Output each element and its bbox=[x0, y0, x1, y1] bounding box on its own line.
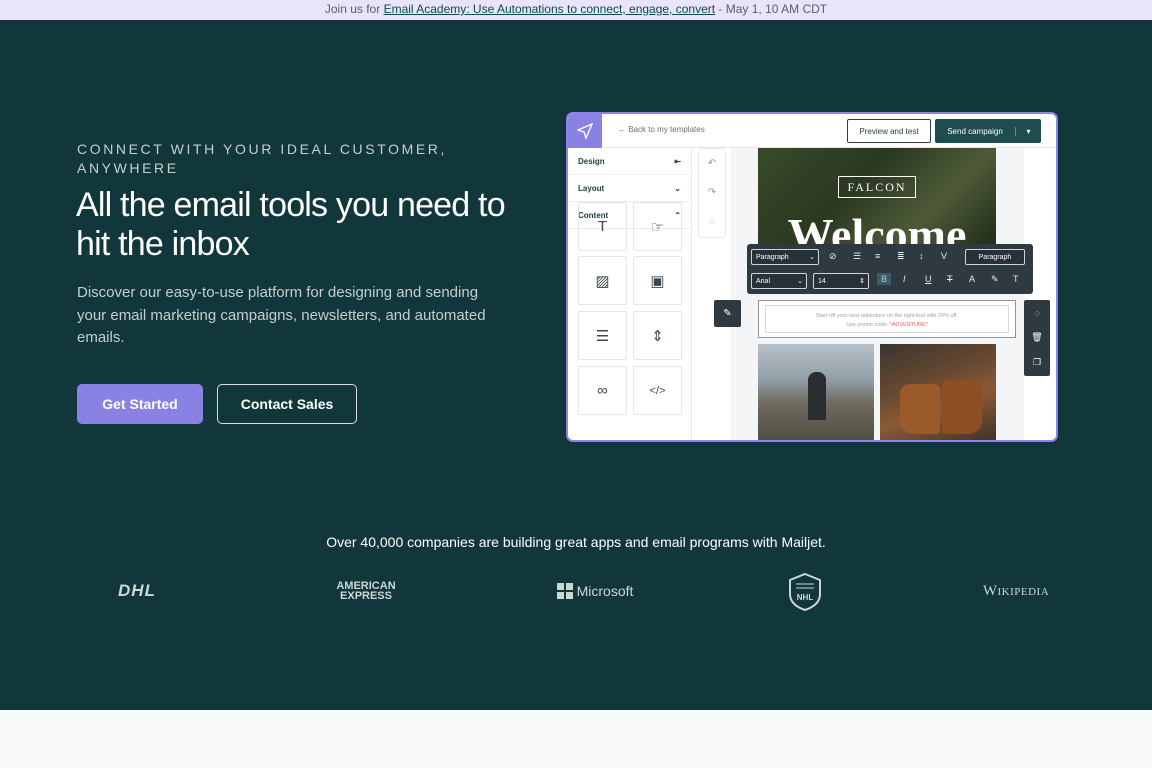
microsoft-wordmark: Microsoft bbox=[576, 583, 634, 599]
announcement-bar: Join us for Email Academy: Use Automatio… bbox=[0, 0, 1152, 20]
email-text-block: Start off your next adventure on the rig… bbox=[758, 300, 1016, 338]
trust-statement: Over 40,000 companies are building great… bbox=[326, 534, 826, 550]
underline-icon: U bbox=[925, 274, 932, 284]
email-body-line2: Use promo code: bbox=[846, 322, 890, 328]
sidebar-item-design: Design ⇤ bbox=[568, 148, 691, 175]
social-block-icon: ∞ bbox=[578, 366, 627, 415]
boot-left bbox=[900, 384, 940, 434]
hero-headline: All the email tools you need to hit the … bbox=[76, 186, 506, 263]
nhl-wordmark: NHL bbox=[797, 593, 814, 602]
paragraph-button: Paragraph bbox=[965, 249, 1025, 265]
clear-text-format-icon: T bbox=[1013, 274, 1019, 284]
redo-icon: ↷ bbox=[707, 187, 717, 198]
promo-code: *ADVENTURE* bbox=[889, 322, 928, 328]
align-icon: ≣ bbox=[897, 251, 905, 261]
microsoft-squares-icon bbox=[556, 583, 573, 599]
announcement-suffix: - May 1, 10 AM CDT bbox=[715, 2, 828, 16]
line-height-icon: ↕ bbox=[919, 251, 924, 261]
arrow-left-icon: ← bbox=[618, 125, 626, 134]
edit-pencil-icon: ✎ bbox=[714, 300, 741, 327]
chevron-down-icon: ⌄ bbox=[797, 278, 803, 285]
chevron-down-icon: ⌄ bbox=[674, 183, 681, 193]
brand-logo: FALCON bbox=[838, 176, 916, 198]
send-campaign-label: Send campaign bbox=[947, 126, 1003, 136]
stepper-icon: ⇕ bbox=[859, 278, 865, 285]
dhl-wordmark: DHL bbox=[118, 581, 156, 600]
chevron-down-icon: ⌄ bbox=[809, 254, 815, 261]
hero-subheadline: Discover our easy-to-use platform for de… bbox=[77, 284, 486, 346]
font-select-value: Arial bbox=[756, 277, 771, 285]
sidebar-item-layout: Layout ⌄ bbox=[568, 175, 691, 202]
hiker-figure bbox=[808, 372, 826, 420]
hero-eyebrow: CONNECT WITH YOUR IDEAL CUSTOMER, ANYWHE… bbox=[77, 141, 447, 176]
block-actions: ◌ 🗑 ❐ bbox=[1024, 300, 1050, 376]
text-block-icon: T bbox=[578, 202, 627, 251]
text-format-toolbar: Paragraph ⌄ ⊘ ☰ ≡ ≣ ↕ V Paragraph Arial ⌄ … bbox=[747, 244, 1033, 294]
style-select-value: Paragraph bbox=[756, 253, 789, 261]
history-tools: ↶ ↷ ◌ bbox=[698, 148, 726, 238]
nhl-logo: NHL bbox=[786, 572, 824, 612]
caret-down-icon: ▾ bbox=[1015, 126, 1041, 136]
email-body-line1: Start off your next adventure on the rig… bbox=[816, 313, 958, 319]
email-header-image: FALCON Welcome bbox=[758, 148, 996, 248]
back-to-templates-link: ← Back to my templates bbox=[618, 125, 705, 134]
amex-line2: EXPRESS bbox=[340, 590, 392, 602]
email-canvas: FALCON Welcome Start off your next adven… bbox=[730, 148, 1024, 440]
italic-icon: I bbox=[903, 274, 906, 284]
send-campaign-button: Send campaign ▾ bbox=[935, 119, 1041, 143]
bulleted-list-icon: ☰ bbox=[853, 251, 862, 261]
image-block-icon: ▨ bbox=[578, 256, 627, 305]
font-size-input: 14 ⇕ bbox=[813, 273, 869, 289]
dhl-logo: DHL bbox=[96, 578, 178, 604]
comment-icon: ◌ bbox=[1034, 307, 1040, 318]
back-link-label: Back to my templates bbox=[628, 125, 705, 134]
sidebar-layout-label: Layout bbox=[578, 183, 605, 193]
clear-format-icon: ⊘ bbox=[829, 251, 837, 261]
trash-icon: 🗑 bbox=[1031, 332, 1043, 342]
style-select: Paragraph ⌄ bbox=[751, 249, 819, 265]
hiker-photo bbox=[758, 344, 874, 440]
editor-mockup: ← Back to my templates Preview and test … bbox=[566, 112, 1058, 442]
american-express-logo: AMERICAN EXPRESS bbox=[330, 578, 402, 604]
button-block-icon: ☞ bbox=[633, 202, 682, 251]
boot-right bbox=[942, 380, 982, 434]
section-block-icon: ☰ bbox=[578, 311, 627, 360]
duplicate-icon: ❐ bbox=[1032, 357, 1042, 367]
code-block-icon: </> bbox=[633, 366, 682, 415]
collapse-icon: ⇤ bbox=[674, 156, 681, 166]
wikipedia-logo: Wikipedia bbox=[974, 578, 1058, 604]
comment-icon: ◌ bbox=[709, 216, 715, 227]
next-section bbox=[0, 710, 1152, 768]
contact-sales-button[interactable]: Contact Sales bbox=[217, 384, 357, 424]
spacer-block-icon: ⇕ bbox=[633, 311, 682, 360]
preview-and-test-button: Preview and test bbox=[847, 119, 931, 143]
undo-icon: ↶ bbox=[707, 158, 717, 169]
sidebar-design-label: Design bbox=[578, 156, 605, 166]
boots-photo bbox=[880, 344, 996, 440]
video-block-icon: ▣ bbox=[633, 256, 682, 305]
font-size-value: 14 bbox=[818, 277, 826, 285]
letter-spacing-icon: V bbox=[941, 251, 948, 261]
microsoft-logo: Microsoft bbox=[554, 578, 636, 604]
send-icon bbox=[568, 114, 602, 148]
wikipedia-wordmark: Wikipedia bbox=[982, 582, 1050, 599]
numbered-list-icon: ≡ bbox=[875, 251, 881, 261]
highlight-icon: ✎ bbox=[991, 274, 999, 284]
email-body-text: Start off your next adventure on the rig… bbox=[765, 305, 1009, 333]
strikethrough-icon: T bbox=[947, 274, 953, 284]
font-select: Arial ⌄ bbox=[751, 273, 807, 289]
mockup-topbar: ← Back to my templates Preview and test … bbox=[568, 114, 1056, 148]
announcement-prefix: Join us for bbox=[324, 2, 384, 16]
text-color-icon: A bbox=[969, 274, 976, 284]
announcement-link[interactable]: Email Academy: Use Automations to connec… bbox=[384, 2, 716, 16]
email-welcome-heading: Welcome bbox=[787, 209, 967, 248]
bold-icon: B bbox=[877, 273, 892, 285]
get-started-button[interactable]: Get Started bbox=[77, 384, 203, 424]
